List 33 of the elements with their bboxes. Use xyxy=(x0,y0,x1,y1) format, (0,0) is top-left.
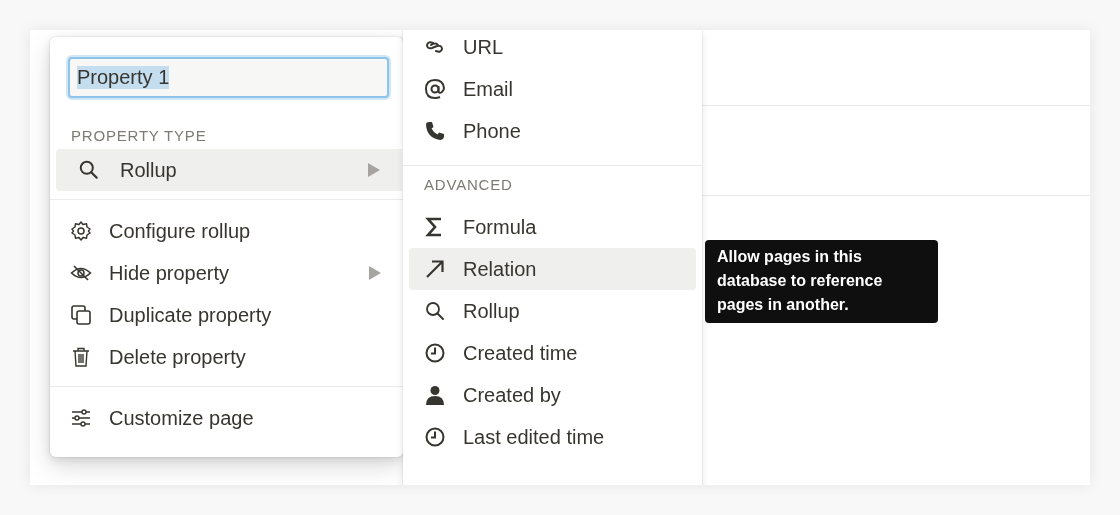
menu-item[interactable]: Hide property xyxy=(50,252,403,294)
menu-item[interactable]: Configure rollup xyxy=(50,210,403,252)
menu-item[interactable]: Created time xyxy=(409,332,696,374)
menu-item[interactable]: URL xyxy=(409,30,696,68)
search-icon xyxy=(78,159,100,181)
at-sign-icon xyxy=(424,78,446,100)
menu-item[interactable]: Rollup xyxy=(409,290,696,332)
menu-item[interactable]: Last edited time xyxy=(409,416,696,458)
person-icon xyxy=(424,384,446,406)
tooltip: Allow pages in this database to reference pages in another. xyxy=(705,240,938,323)
gear-icon xyxy=(70,220,92,242)
section-heading: PROPERTY TYPE xyxy=(70,127,208,146)
trash-icon xyxy=(70,346,92,368)
input-field[interactable]: Property 1 xyxy=(68,57,389,98)
sliders-icon xyxy=(70,407,92,429)
menu-item[interactable]: Customize page xyxy=(50,397,403,439)
search-icon xyxy=(424,300,446,322)
menu-item[interactable]: Relation xyxy=(409,248,696,290)
section-heading: ADVANCED xyxy=(423,176,514,195)
menu-item[interactable]: Delete property xyxy=(50,336,403,378)
clock-icon xyxy=(424,426,446,448)
arrow-icon xyxy=(424,258,446,280)
phone-icon xyxy=(424,120,446,142)
menu-item[interactable]: Formula xyxy=(409,206,696,248)
submenu-arrow-icon xyxy=(368,163,380,177)
submenu-arrow-icon xyxy=(369,266,381,280)
clock-icon xyxy=(424,342,446,364)
menu-item[interactable]: Phone xyxy=(409,110,696,152)
menu-item[interactable]: Duplicate property xyxy=(50,294,403,336)
duplicate-icon xyxy=(70,304,92,326)
property-type-button[interactable]: Rollup xyxy=(56,149,402,191)
menu-item[interactable]: Email xyxy=(409,68,696,110)
menu-item[interactable]: Created by xyxy=(409,374,696,416)
